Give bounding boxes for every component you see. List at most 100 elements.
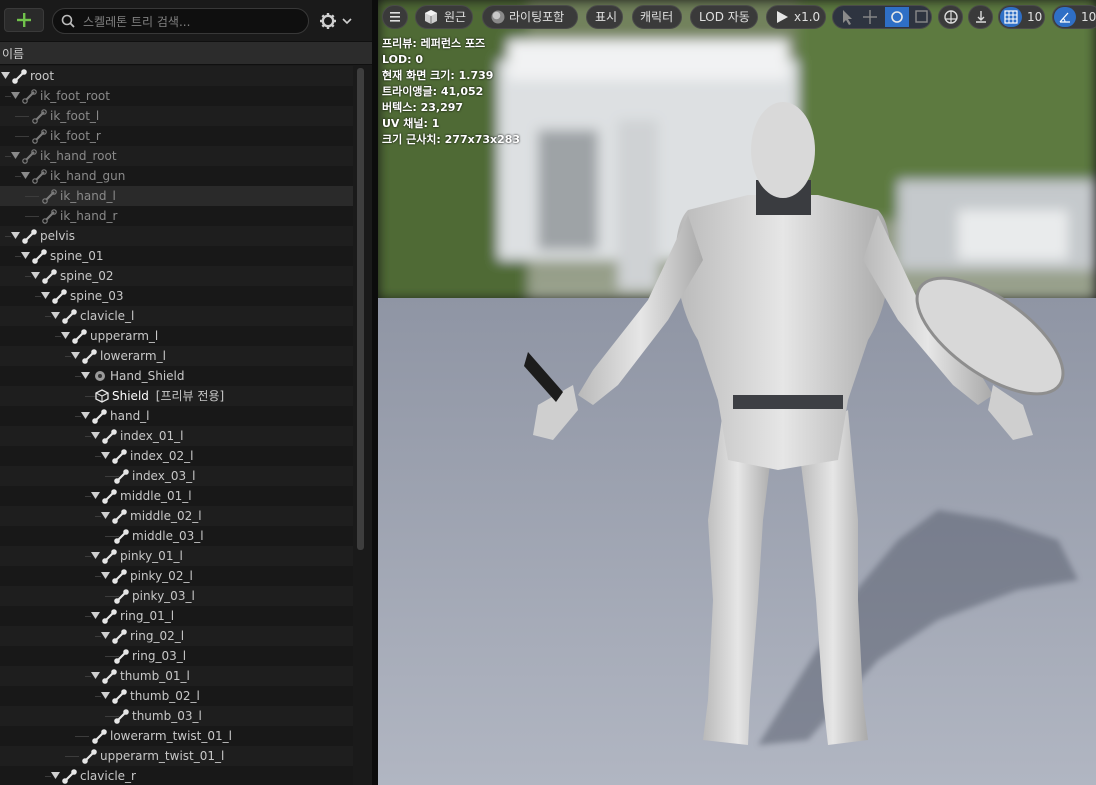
- tree-row-shield[interactable]: Shield [프리뷰 전용]: [0, 386, 353, 406]
- tree-row-upperarm-twist-01-l[interactable]: upperarm_twist_01_l: [0, 746, 353, 766]
- expand-arrow-icon[interactable]: [51, 772, 60, 779]
- tree-row-middle-02-l[interactable]: middle_02_l: [0, 506, 353, 526]
- tree-row-ik-foot-l[interactable]: ik_foot_l: [0, 106, 353, 126]
- tree-row-root[interactable]: root: [0, 66, 353, 86]
- tree-row-index-03-l[interactable]: index_03_l: [0, 466, 353, 486]
- play-icon: [777, 11, 788, 23]
- playback-speed-button[interactable]: x1.0: [766, 5, 826, 29]
- tree-row-lowerarm-twist-01-l[interactable]: lowerarm_twist_01_l: [0, 726, 353, 746]
- expand-arrow-icon[interactable]: [101, 632, 110, 639]
- tree-row-lowerarm-l[interactable]: lowerarm_l: [0, 346, 353, 366]
- grid-snap-value: 10: [1027, 10, 1043, 24]
- show-button[interactable]: 표시: [586, 5, 623, 29]
- tree-branch-line: [25, 196, 39, 197]
- expand-arrow-icon[interactable]: [91, 612, 100, 619]
- expand-arrow-icon[interactable]: [91, 432, 100, 439]
- expand-arrow-icon[interactable]: [81, 372, 90, 379]
- tree-row-hand-shield[interactable]: Hand_Shield: [0, 366, 353, 386]
- tree-row-index-02-l[interactable]: index_02_l: [0, 446, 353, 466]
- expand-arrow-icon[interactable]: [71, 352, 80, 359]
- expand-arrow-icon[interactable]: [31, 272, 40, 279]
- character-button[interactable]: 캐릭터: [632, 5, 682, 29]
- grid-snap-button[interactable]: 10: [998, 5, 1045, 29]
- settings-button[interactable]: [318, 10, 358, 32]
- expand-arrow-icon[interactable]: [1, 72, 10, 79]
- tree-row-index-01-l[interactable]: index_01_l: [0, 426, 353, 446]
- expand-arrow-icon[interactable]: [101, 452, 110, 459]
- expand-arrow-icon[interactable]: [11, 92, 20, 99]
- search-box[interactable]: [52, 8, 309, 34]
- tree-row-clavicle-l[interactable]: clavicle_l: [0, 306, 353, 326]
- move-icon[interactable]: [863, 10, 877, 24]
- tree-row-pinky-02-l[interactable]: pinky_02_l: [0, 566, 353, 586]
- tree-row-thumb-01-l[interactable]: thumb_01_l: [0, 666, 353, 686]
- tree-row-thumb-02-l[interactable]: thumb_02_l: [0, 686, 353, 706]
- tree-row-ring-02-l[interactable]: ring_02_l: [0, 626, 353, 646]
- tree-row-ik-hand-r[interactable]: ik_hand_r: [0, 206, 353, 226]
- tree-row-ik-foot-root[interactable]: ik_foot_root: [0, 86, 353, 106]
- tree-row-middle-01-l[interactable]: middle_01_l: [0, 486, 353, 506]
- surface-snap-button[interactable]: [968, 5, 993, 29]
- tree-row-ik-foot-r[interactable]: ik_foot_r: [0, 126, 353, 146]
- lod-button[interactable]: LOD 자동: [690, 5, 758, 29]
- rotation-snap-button[interactable]: 10: [1052, 5, 1096, 29]
- tree-row-upperarm-l[interactable]: upperarm_l: [0, 326, 353, 346]
- rotation-snap-value: 10: [1081, 10, 1096, 24]
- info-uv-channels: UV 채널: 1: [382, 117, 440, 130]
- search-input[interactable]: [81, 12, 305, 32]
- lighting-button[interactable]: 라이팅포함: [482, 5, 578, 29]
- tree-branch-line: [65, 756, 79, 757]
- tree-row-label: middle_01_l: [120, 489, 192, 503]
- bone-icon: [112, 509, 127, 524]
- tree-row-hand-l[interactable]: hand_l: [0, 406, 353, 426]
- tree-row-clavicle-r[interactable]: clavicle_r: [0, 766, 353, 785]
- tree-row-spine-03[interactable]: spine_03: [0, 286, 353, 306]
- tree-row-label: upperarm_twist_01_l: [100, 749, 225, 763]
- info-screen-size: 현재 화면 크기: 1.739: [382, 69, 494, 82]
- tree-row-ring-03-l[interactable]: ring_03_l: [0, 646, 353, 666]
- tree-row-pelvis[interactable]: pelvis: [0, 226, 353, 246]
- tree-row-label: upperarm_l: [90, 329, 159, 343]
- perspective-button[interactable]: 원근: [415, 5, 473, 29]
- skeleton-tree-panel: 이름 root ik_foot_root ik_foot_l ik_foot_r ik_…: [0, 0, 372, 785]
- static-mesh-icon: [95, 389, 109, 403]
- viewport-options-button[interactable]: [382, 5, 408, 29]
- expand-arrow-icon[interactable]: [21, 252, 30, 259]
- tree-row-middle-03-l[interactable]: middle_03_l: [0, 526, 353, 546]
- expand-arrow-icon[interactable]: [81, 412, 90, 419]
- tree-row-ik-hand-l[interactable]: ik_hand_l: [0, 186, 353, 206]
- expand-arrow-icon[interactable]: [101, 512, 110, 519]
- tree-row-ring-01-l[interactable]: ring_01_l: [0, 606, 353, 626]
- column-header-name[interactable]: 이름: [0, 41, 372, 65]
- expand-arrow-icon[interactable]: [91, 492, 100, 499]
- expand-arrow-icon[interactable]: [91, 552, 100, 559]
- expand-arrow-icon[interactable]: [21, 172, 30, 179]
- expand-arrow-icon[interactable]: [61, 332, 70, 339]
- tree-row-ik-hand-gun[interactable]: ik_hand_gun: [0, 166, 353, 186]
- expand-arrow-icon[interactable]: [101, 692, 110, 699]
- tree-row-label: spine_01: [50, 249, 104, 263]
- tree-row-label: ik_hand_l: [60, 189, 116, 203]
- tree-branch-line: [75, 736, 89, 737]
- tree-branch-line: [25, 216, 39, 217]
- select-icon[interactable]: [843, 10, 852, 25]
- tree-scrollbar[interactable]: [357, 68, 364, 550]
- scale-icon[interactable]: [915, 10, 928, 23]
- tree-row-pinky-03-l[interactable]: pinky_03_l: [0, 586, 353, 606]
- expand-arrow-icon[interactable]: [41, 292, 50, 299]
- bone-icon: [42, 209, 57, 224]
- expand-arrow-icon[interactable]: [11, 152, 20, 159]
- expand-arrow-icon[interactable]: [101, 572, 110, 579]
- tree-row-spine-02[interactable]: spine_02: [0, 266, 353, 286]
- tree-branch-line: [15, 116, 29, 117]
- tree-row-spine-01[interactable]: spine_01: [0, 246, 353, 266]
- preview-viewport[interactable]: 원근 라이팅포함 표시 캐릭터 LOD 자동 x1.0 10 10 프리뷰: 레…: [378, 0, 1096, 785]
- tree-row-thumb-03-l[interactable]: thumb_03_l: [0, 706, 353, 726]
- tree-row-ik-hand-root[interactable]: ik_hand_root: [0, 146, 353, 166]
- add-button[interactable]: [4, 8, 44, 32]
- tree-row-pinky-01-l[interactable]: pinky_01_l: [0, 546, 353, 566]
- expand-arrow-icon[interactable]: [91, 672, 100, 679]
- expand-arrow-icon[interactable]: [11, 232, 20, 239]
- expand-arrow-icon[interactable]: [51, 312, 60, 319]
- world-local-button[interactable]: [938, 5, 963, 29]
